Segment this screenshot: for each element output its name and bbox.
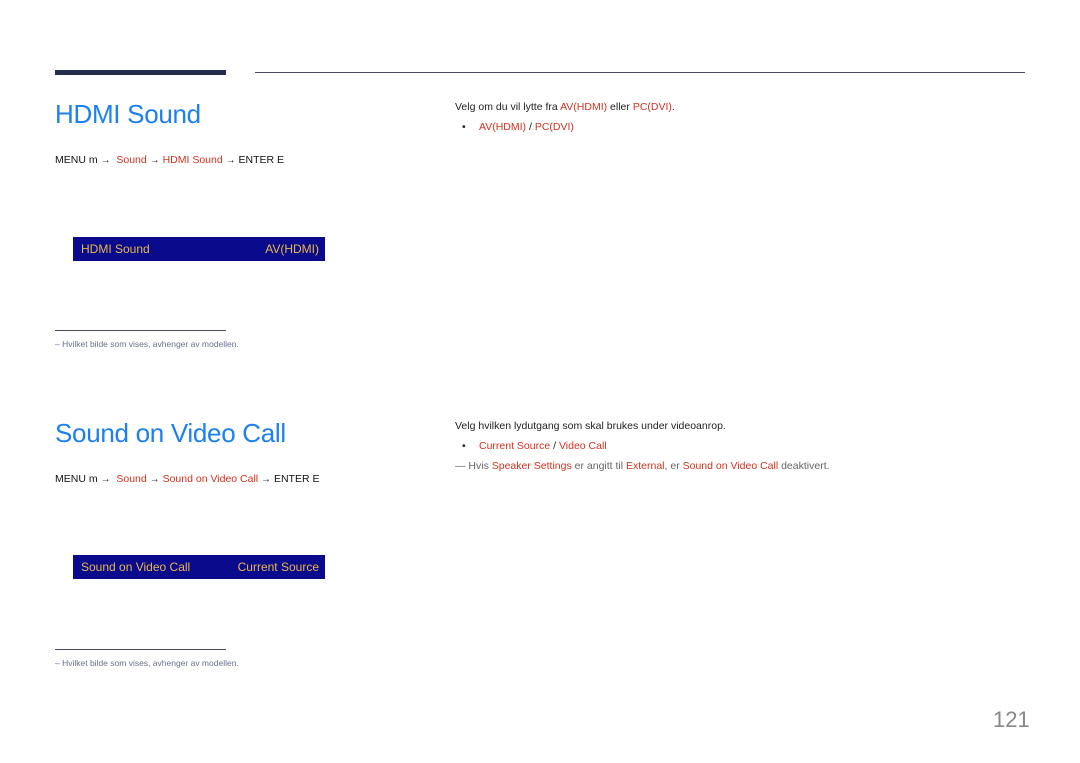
menu-path-hdmi-sound: MENU m → Sound → HDMI Sound → ENTER E xyxy=(55,154,284,166)
menu-step-sound: Sound xyxy=(116,473,147,485)
note-mark-icon: ― xyxy=(455,460,466,472)
note-highlight-external: External xyxy=(626,460,665,472)
arrow-icon: → xyxy=(261,474,272,485)
header-thick-rule xyxy=(55,70,226,75)
option-video-call: Video Call xyxy=(558,440,607,452)
option-av-hdmi: AV(HDMI) xyxy=(479,121,527,133)
osd-value: AV(HDMI) xyxy=(265,242,319,256)
footnote-rule xyxy=(55,649,226,650)
option-separator: / xyxy=(550,440,559,452)
description-text: Velg om du vil lytte fra xyxy=(455,101,561,113)
page-number: 121 xyxy=(993,707,1030,732)
option-pc-dvi: PC(DVI) xyxy=(632,101,672,113)
note-highlight-sound-on-video-call: Sound on Video Call xyxy=(682,460,779,472)
description-text: . xyxy=(671,101,675,113)
menu-step-sound: Sound xyxy=(116,154,147,166)
note-speaker-settings: ― Hvis Speaker Settings er angitt til Ex… xyxy=(455,460,830,472)
options-list-sound-on-video-call: • Current Source / Video Call xyxy=(455,440,607,452)
description-hdmi-sound: Velg om du vil lytte fra AV(HDMI) eller … xyxy=(455,101,675,113)
menu-prefix: MENU m xyxy=(55,154,98,166)
osd-sound-on-video-call: Sound on Video Call Current Source xyxy=(73,555,325,579)
note-text: , er xyxy=(664,460,683,472)
osd-value: Current Source xyxy=(237,560,319,574)
note-text: er angitt til xyxy=(571,460,626,472)
description-sound-on-video-call: Velg hvilken lydutgang som skal brukes u… xyxy=(455,420,726,432)
note-text: Hvis xyxy=(465,460,492,472)
option-current-source: Current Source xyxy=(479,440,551,452)
bullet-icon: • xyxy=(462,440,466,452)
note-highlight-speaker-settings: Speaker Settings xyxy=(491,460,572,472)
menu-path-sound-on-video-call: MENU m → Sound → Sound on Video Call → E… xyxy=(55,473,319,485)
osd-hdmi-sound: HDMI Sound AV(HDMI) xyxy=(73,237,325,261)
option-av-hdmi: AV(HDMI) xyxy=(560,101,608,113)
note-text: deaktivert. xyxy=(778,460,830,472)
osd-label: HDMI Sound xyxy=(81,242,150,256)
header-thin-rule xyxy=(255,72,1025,73)
arrow-icon: → xyxy=(149,155,160,166)
menu-step-sound-on-video-call: Sound on Video Call xyxy=(162,473,259,485)
menu-step-hdmi-sound: HDMI Sound xyxy=(162,154,223,166)
menu-suffix: ENTER E xyxy=(238,154,285,166)
bullet-icon: • xyxy=(462,121,466,133)
options-list-hdmi-sound: • AV(HDMI) / PC(DVI) xyxy=(455,121,574,133)
section-title-hdmi-sound: HDMI Sound xyxy=(55,99,201,129)
menu-prefix: MENU m xyxy=(55,473,98,485)
section-title-sound-on-video-call: Sound on Video Call xyxy=(55,418,286,448)
arrow-icon: → xyxy=(149,474,160,485)
arrow-icon: → xyxy=(100,474,111,485)
osd-label: Sound on Video Call xyxy=(81,560,191,574)
menu-suffix: ENTER E xyxy=(273,473,320,485)
option-pc-dvi: PC(DVI) xyxy=(534,121,574,133)
arrow-icon: → xyxy=(100,155,111,166)
option-separator: / xyxy=(526,121,535,133)
footnote: – Hvilket bilde som vises, avhenger av m… xyxy=(55,658,239,668)
footnote-rule xyxy=(55,330,226,331)
description-text: eller xyxy=(607,101,633,113)
footnote: – Hvilket bilde som vises, avhenger av m… xyxy=(55,339,239,349)
arrow-icon: → xyxy=(225,155,236,166)
